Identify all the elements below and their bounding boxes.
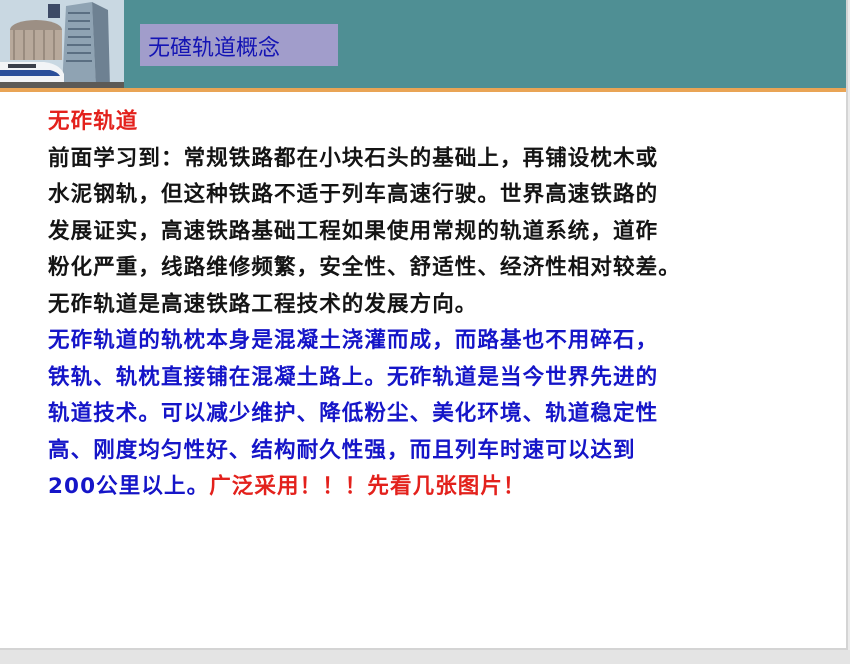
paragraph-line: 高、刚度均匀性好、结构耐久性强，而且列车时速可以达到	[48, 437, 636, 463]
emphasis-text: 广泛采用！！！先看几张图片！	[209, 474, 526, 499]
paragraph-line: 无砟轨道是高速铁路工程技术的发展方向。	[48, 291, 478, 317]
slide: 无碴轨道概念 无砟轨道 前面学习到：常规铁路都在小块石头的基础上，再铺设枕木或 …	[0, 0, 848, 650]
paragraph-line: 水泥钢轨，但这种铁路不适于列车高速行驶。世界高速铁路的	[48, 182, 659, 207]
bottom-strip	[0, 650, 850, 664]
train-building-photo	[0, 0, 124, 88]
paragraph-line: 铁轨、轨枕直接铺在混凝土路上。无砟轨道是当今世界先进的	[48, 364, 659, 390]
slide-body: 无砟轨道 前面学习到：常规铁路都在小块石头的基础上，再铺设枕木或 水泥钢轨，但这…	[48, 104, 828, 506]
header-band	[0, 0, 846, 88]
paragraph-line: 无砟轨道的轨枕本身是混凝土浇灌而成，而路基也不用碎石，	[48, 328, 659, 353]
header-divider	[0, 88, 846, 92]
slide-title: 无碴轨道概念	[148, 36, 281, 61]
paragraph-line: 前面学习到：常规铁路都在小块石头的基础上，再铺设枕木或	[48, 145, 659, 171]
speed-text: 200公里以上。	[48, 474, 210, 499]
title-box: 无碴轨道概念	[140, 24, 338, 66]
header-photo	[0, 0, 124, 88]
section-heading: 无砟轨道	[48, 109, 139, 134]
paragraph-last-line: 200公里以上。广泛采用！！！先看几张图片！	[48, 469, 828, 506]
paragraph-line: 轨道技术。可以减少维护、降低粉尘、美化环境、轨道稳定性	[48, 401, 659, 426]
paragraph-line: 发展证实，高速铁路基础工程如果使用常规的轨道系统，道砟	[48, 218, 659, 244]
paragraph-line: 粉化严重，线路维修频繁，安全性、舒适性、经济性相对较差。	[48, 255, 681, 280]
